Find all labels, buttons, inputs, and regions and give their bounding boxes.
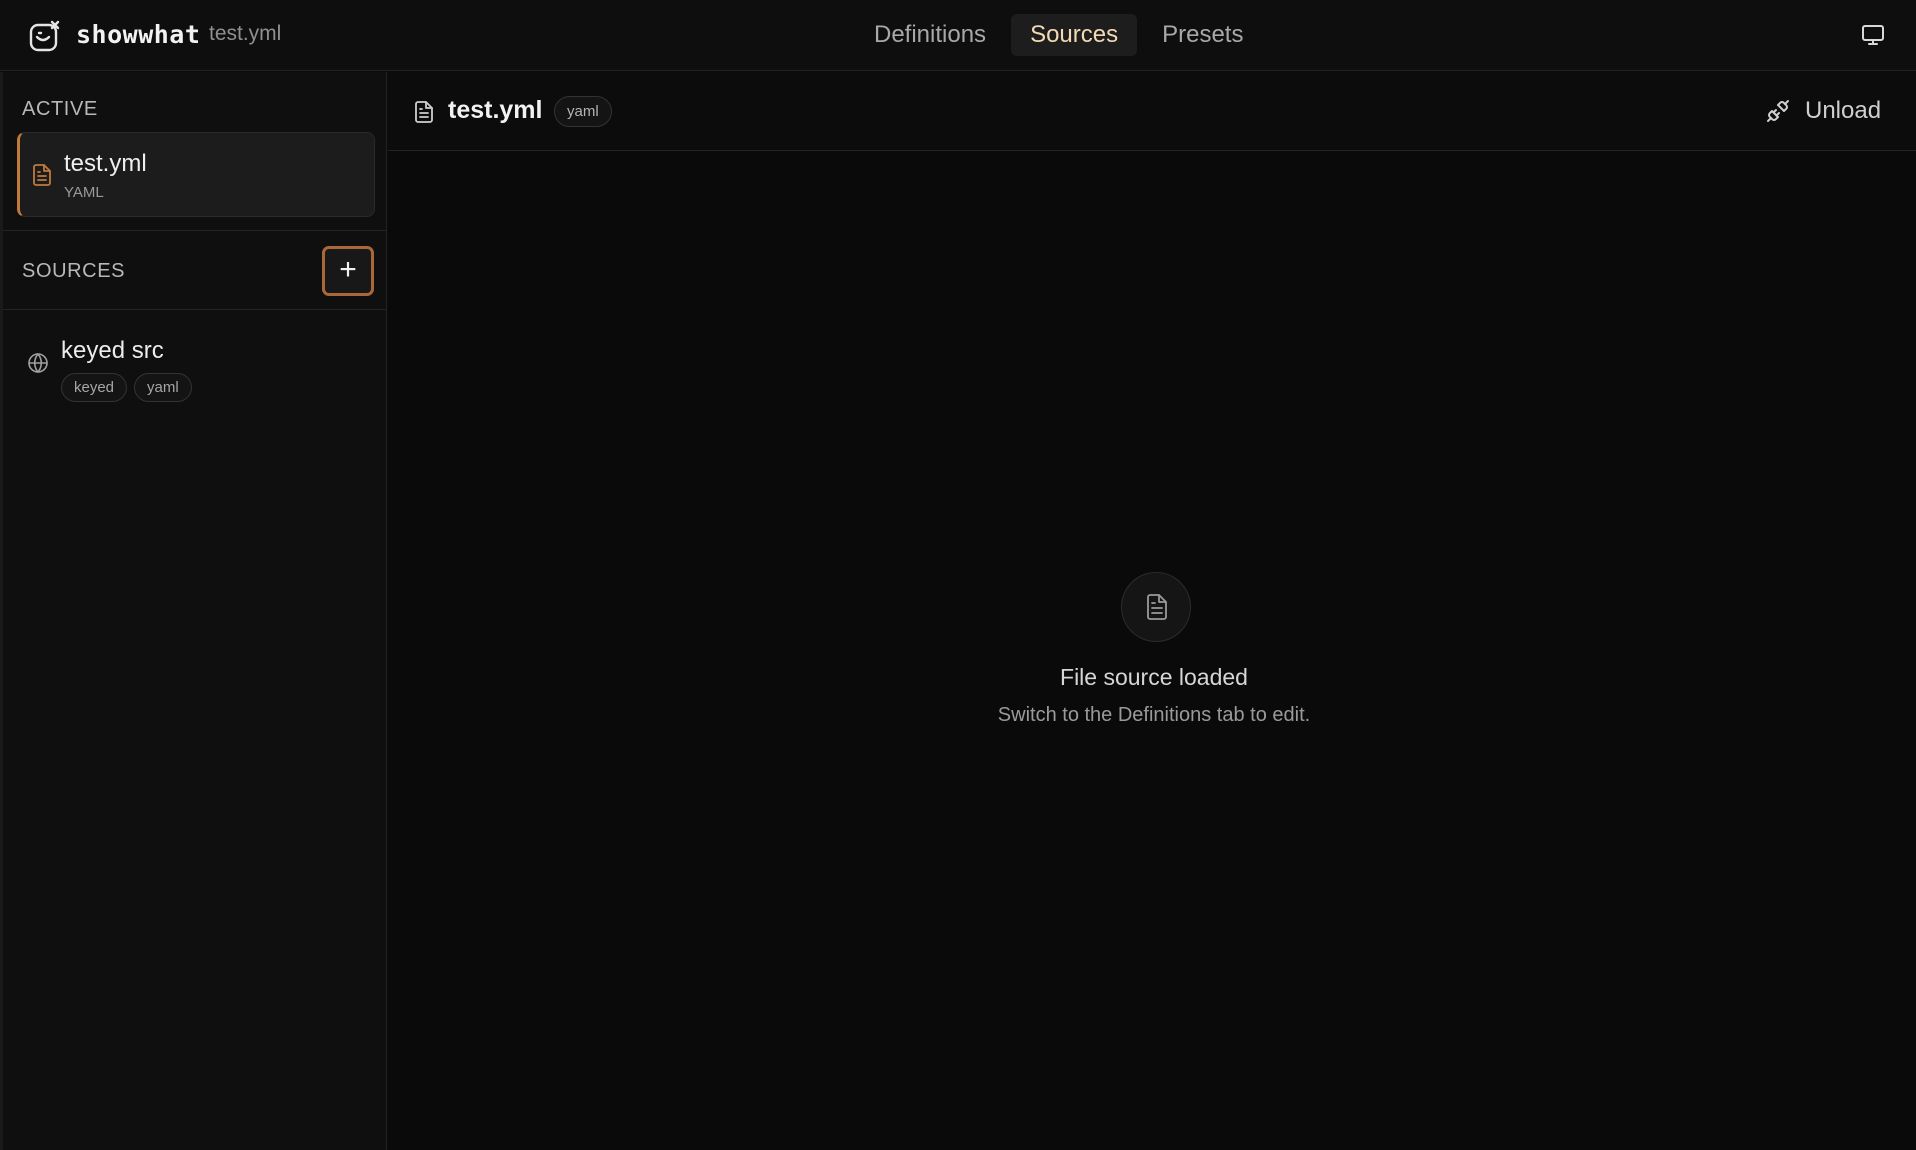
- tab-presets[interactable]: Presets: [1143, 14, 1262, 56]
- empty-state-title: File source loaded: [1060, 664, 1248, 690]
- current-file-name: test.yml: [209, 22, 282, 45]
- source-title: keyed src: [61, 337, 164, 364]
- sources-section-label: SOURCES: [22, 260, 126, 282]
- globe-icon: [28, 353, 48, 373]
- empty-state-icon-circle: [1121, 572, 1191, 642]
- unplug-icon: [1767, 100, 1789, 122]
- tab-definitions[interactable]: Definitions: [855, 14, 1005, 56]
- file-icon: [1147, 594, 1167, 620]
- sidebar: ACTIVE test.yml YAML SOURCES + keyed src…: [0, 72, 387, 1150]
- source-tag: keyed: [61, 373, 128, 402]
- active-source-card[interactable]: test.yml YAML: [17, 132, 375, 217]
- active-source-title: test.yml: [64, 150, 147, 177]
- source-tags: keyed yaml: [61, 373, 199, 402]
- main-tabs: Definitions Sources Presets: [855, 14, 1268, 56]
- app-name: showwhat: [76, 20, 201, 49]
- empty-state-subtitle: Switch to the Definitions tab to edit.: [997, 704, 1311, 726]
- unload-label: Unload: [1805, 97, 1882, 124]
- unload-button[interactable]: Unload: [1766, 92, 1896, 130]
- tab-sources[interactable]: Sources: [1011, 14, 1138, 56]
- sidebar-divider: [3, 309, 387, 310]
- add-source-button[interactable]: +: [322, 246, 374, 296]
- sidebar-divider: [3, 230, 387, 231]
- file-icon: [415, 101, 433, 123]
- source-tag: yaml: [134, 373, 192, 402]
- app-logo-icon: [29, 20, 60, 52]
- active-source-type: YAML: [64, 184, 104, 201]
- active-section-label: ACTIVE: [22, 98, 98, 120]
- main-header: test.yml yaml Unload: [388, 72, 1916, 151]
- source-list-item[interactable]: keyed src keyed yaml: [3, 325, 387, 405]
- format-badge: yaml: [554, 96, 612, 127]
- monitor-icon[interactable]: [1861, 23, 1885, 47]
- file-icon: [33, 164, 51, 186]
- top-bar: showwhat test.yml Definitions Sources Pr…: [0, 0, 1916, 71]
- main-panel: test.yml yaml Unload File source loaded …: [388, 72, 1916, 1150]
- page-title: test.yml: [448, 96, 543, 124]
